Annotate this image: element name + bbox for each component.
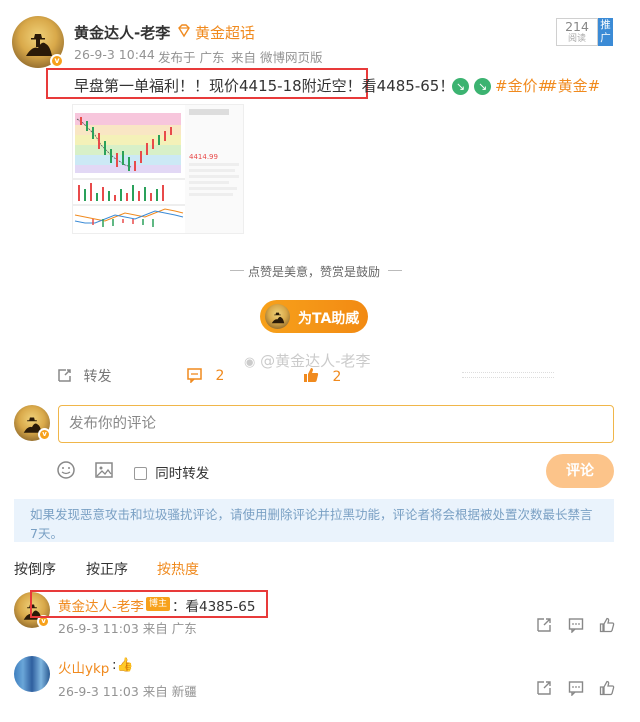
support-button-label: 为TA助威 (298, 311, 360, 327)
like-button[interactable]: 2 (302, 366, 341, 385)
thumbs-up-icon (304, 368, 319, 382)
repost-label: 转发 (83, 369, 112, 385)
comment-text: ：看4385-65 (172, 599, 256, 615)
tab-sort-hot[interactable]: 按热度 (157, 559, 199, 579)
checkbox-icon (134, 467, 147, 480)
read-count: 214 (565, 19, 589, 34)
verified-badge-icon: v (50, 54, 64, 68)
read-label: 阅读 (567, 34, 586, 44)
comment-meta-2: 26-9-3 11:03 来自 新疆 (58, 684, 197, 699)
comment-meta: 26-9-3 11:03 来自 广东 (58, 621, 197, 636)
my-verified-badge-icon: v (38, 428, 51, 441)
comment-reply-icon-2[interactable] (568, 680, 584, 700)
like-count: 2 (332, 369, 342, 385)
support-button[interactable]: 为TA助威 (260, 300, 368, 333)
blogger-badge: 博主 (146, 597, 171, 611)
hashtag-gold-price[interactable]: #金价# (495, 75, 550, 96)
trading-chart-thumbnail: 4414.99 (73, 105, 243, 233)
comment-author[interactable]: 黄金达人-老李 (58, 595, 144, 615)
post-text: 早盘第一单福利！！现价4415-18附近空！看4485-65！ (74, 77, 455, 95)
post-location: 发布于 广东 (158, 50, 225, 65)
also-repost-label: 同时转发 (155, 466, 210, 482)
post-time[interactable]: 26-9-3 10:44 (74, 47, 155, 62)
tab-sort-desc[interactable]: 按倒序 (14, 559, 56, 579)
comment-input[interactable]: 发布你的评论 (58, 405, 614, 443)
post-image[interactable]: 4414.99 (72, 104, 244, 234)
weibo-logo-icon: ◉ (244, 355, 256, 370)
hashtag-gold[interactable]: #黄金# (545, 75, 600, 96)
post-source: 来自 微博网页版 (231, 50, 323, 65)
comment-icon (187, 368, 202, 384)
repost-icon (58, 369, 71, 382)
trend-icons: ↘ ↘ (452, 75, 492, 95)
image-icon[interactable] (94, 460, 114, 484)
support-avatar (265, 304, 290, 329)
comment-button[interactable]: 2 (186, 366, 224, 384)
comment-placeholder: 发布你的评论 (69, 416, 156, 432)
tab-sort-asc[interactable]: 按正序 (86, 559, 128, 579)
comment-text-2: :👍 (112, 657, 134, 673)
chart-price-label: 4414.99 (189, 153, 218, 161)
reward-divider-right (388, 270, 402, 271)
watermark-lines (462, 372, 554, 378)
comment-share-icon-2[interactable] (536, 680, 552, 700)
emoji-icon[interactable] (56, 460, 76, 484)
super-topic-label[interactable]: 黄金超话 (195, 22, 255, 43)
reward-caption: 点赞是美意，赞赏是鼓励 (248, 265, 381, 279)
reward-divider-left (230, 270, 244, 271)
trend-down-icon-2: ↘ (474, 78, 492, 95)
trend-down-icon: ↘ (452, 78, 469, 95)
submit-comment-button[interactable]: 评论 (546, 454, 614, 488)
comment-like-icon-2[interactable] (599, 680, 615, 700)
repost-button[interactable]: 转发 (56, 366, 111, 386)
author-name[interactable]: 黄金达人-老李 (74, 22, 170, 43)
blogger-badge-label: 博主 (149, 599, 168, 609)
read-count-box: 214 阅读 (556, 18, 598, 46)
comment-author-2[interactable]: 火山ykp (58, 657, 109, 677)
comment-share-icon[interactable] (536, 617, 552, 637)
promote-button[interactable]: 推广 (598, 18, 613, 46)
moderation-notice: 如果发现恶意攻击和垃圾骚扰评论，请使用删除评论并拉黑功能，评论者将会根据被处置次… (14, 499, 614, 542)
comment-avatar-2[interactable] (14, 656, 50, 692)
promote-label: 推广 (600, 19, 611, 44)
comment-like-icon[interactable] (599, 617, 615, 637)
comment-count: 2 (215, 368, 225, 384)
submit-label: 评论 (566, 463, 594, 479)
diamond-icon (176, 23, 192, 39)
comment-reply-icon[interactable] (568, 617, 584, 637)
also-repost-checkbox[interactable]: 同时转发 (134, 462, 209, 482)
